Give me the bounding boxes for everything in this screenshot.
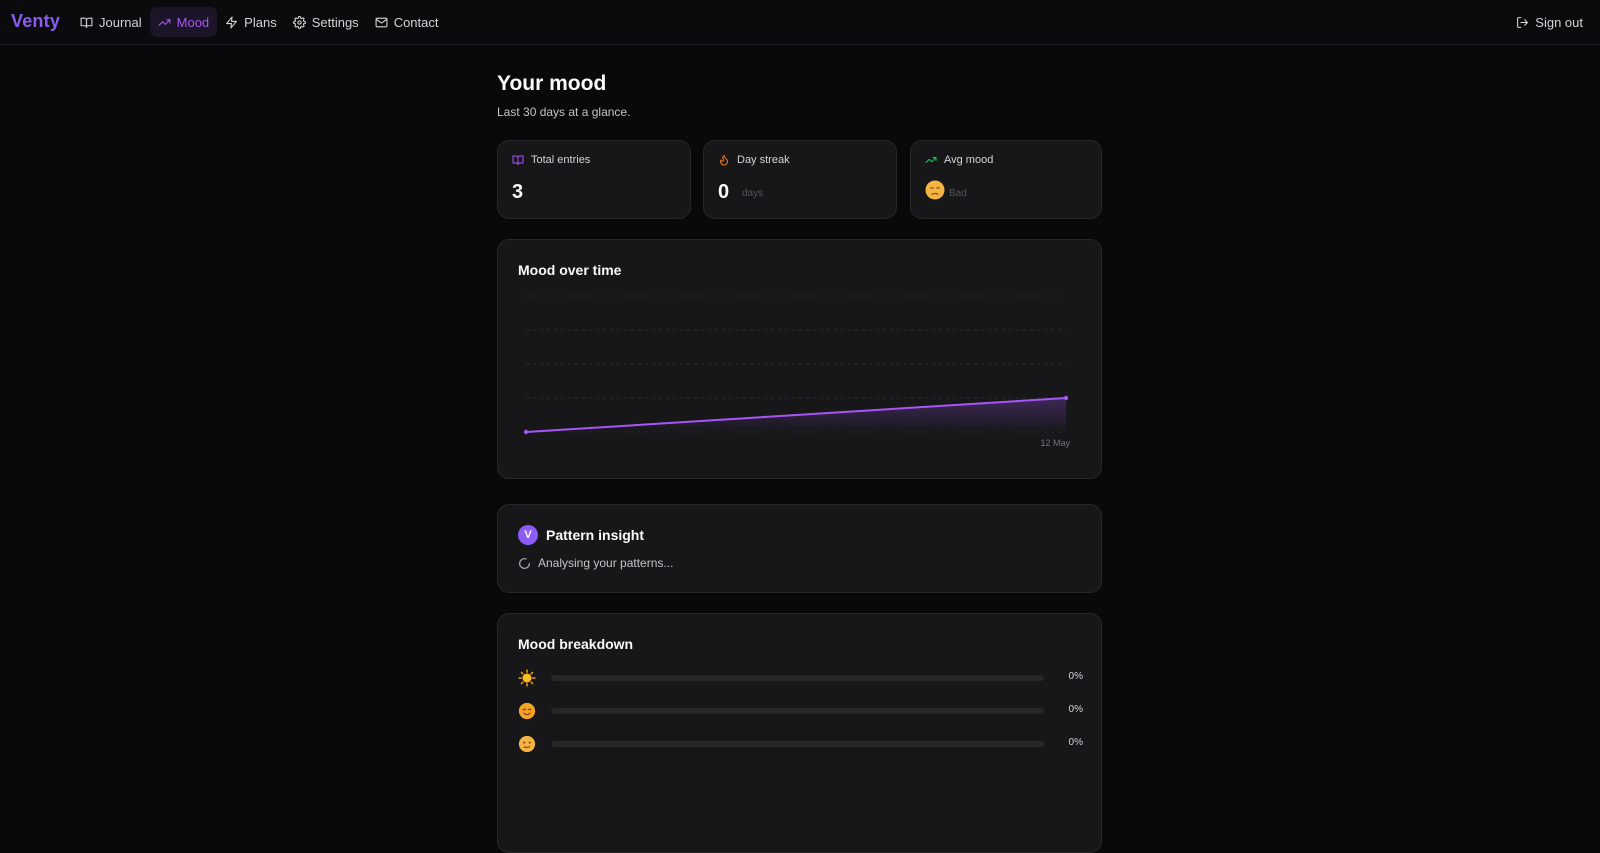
breakdown-percent: 0% (1068, 671, 1083, 682)
sign-out-button[interactable]: Sign out (1516, 7, 1583, 37)
nav-item-journal[interactable]: Journal (72, 7, 150, 37)
stat-header: Day streak (718, 154, 790, 166)
stat-card-day-streak: Day streak 0 days (703, 140, 897, 219)
gear-icon (292, 15, 306, 29)
page-subtitle: Last 30 days at a glance. (497, 105, 631, 119)
breakdown-row: 0% (518, 701, 1083, 721)
breakdown-percent: 0% (1068, 737, 1083, 748)
breakdown-percent: 0% (1068, 704, 1083, 715)
venty-avatar: V (518, 525, 538, 545)
mood-breakdown-card: Mood breakdown 0% 0% 0% (497, 613, 1102, 853)
log-out-icon (1517, 16, 1529, 28)
nav-item-label: Plans (244, 14, 277, 30)
stat-card-avg-mood: Avg mood Bad (910, 140, 1102, 219)
nav-item-label: Contact (393, 14, 439, 30)
nav-item-label: Mood (176, 14, 210, 30)
loading-spinner-icon (518, 557, 531, 569)
breakdown-bar-track (551, 741, 1044, 747)
stat-label: Avg mood (944, 154, 994, 166)
nav-item-label: Settings (311, 14, 359, 30)
nav-item-settings[interactable]: Settings (285, 7, 367, 37)
breakdown-bar-track (551, 708, 1044, 714)
bolt-icon (226, 16, 238, 28)
nav-item-contact[interactable]: Contact (367, 7, 447, 37)
chart-x-tick-label: 12 May (1040, 438, 1070, 448)
stat-value: 0 (718, 181, 730, 203)
flame-icon (720, 155, 728, 166)
trending-up-icon (158, 18, 171, 26)
breakdown-row: 0% (518, 668, 1083, 688)
smiling-face-icon (518, 702, 536, 720)
breakdown-row: 0% (518, 734, 1083, 754)
nav-item-label: Journal (99, 14, 142, 30)
insight-status-text: Analysing your patterns... (538, 556, 674, 570)
insight-title: Pattern insight (546, 527, 645, 543)
book-icon (512, 155, 524, 165)
top-navigation: Venty Journal Mood Plans Settings Contac… (0, 0, 1600, 45)
stat-value-text: Bad (949, 188, 967, 199)
stat-unit: days (742, 188, 764, 199)
stat-header: Avg mood (925, 154, 993, 166)
sun-icon (518, 669, 536, 687)
mood-line-chart[interactable]: 12 May (498, 240, 1103, 480)
insight-status: Analysing your patterns... (518, 556, 673, 570)
mood-over-time-card: Mood over time 12 May (497, 239, 1102, 479)
stat-card-total-entries: Total entries 3 (497, 140, 691, 219)
nav-items: Journal Mood Plans Settings Contact (72, 7, 447, 37)
chart-point (523, 429, 529, 435)
page-title: Your mood (497, 72, 607, 95)
pattern-insight-card: V Pattern insight Analysing your pattern… (497, 504, 1102, 593)
neutral-face-icon (518, 735, 536, 753)
stat-label: Total entries (531, 154, 591, 166)
stat-header: Total entries (512, 154, 590, 166)
sign-out-label: Sign out (1535, 14, 1583, 30)
stat-value: 3 (512, 181, 524, 203)
stat-label: Day streak (737, 154, 790, 166)
brand-logo[interactable]: Venty (11, 11, 60, 32)
trending-up-icon (925, 157, 937, 163)
nav-item-plans[interactable]: Plans (217, 7, 285, 37)
card-title: Mood breakdown (518, 636, 634, 652)
book-icon (80, 17, 93, 28)
nav-item-mood[interactable]: Mood (149, 7, 218, 37)
sad-face-icon (925, 180, 945, 200)
chart-point (1063, 395, 1069, 401)
mail-icon (375, 17, 388, 27)
breakdown-bar-track (551, 675, 1044, 681)
